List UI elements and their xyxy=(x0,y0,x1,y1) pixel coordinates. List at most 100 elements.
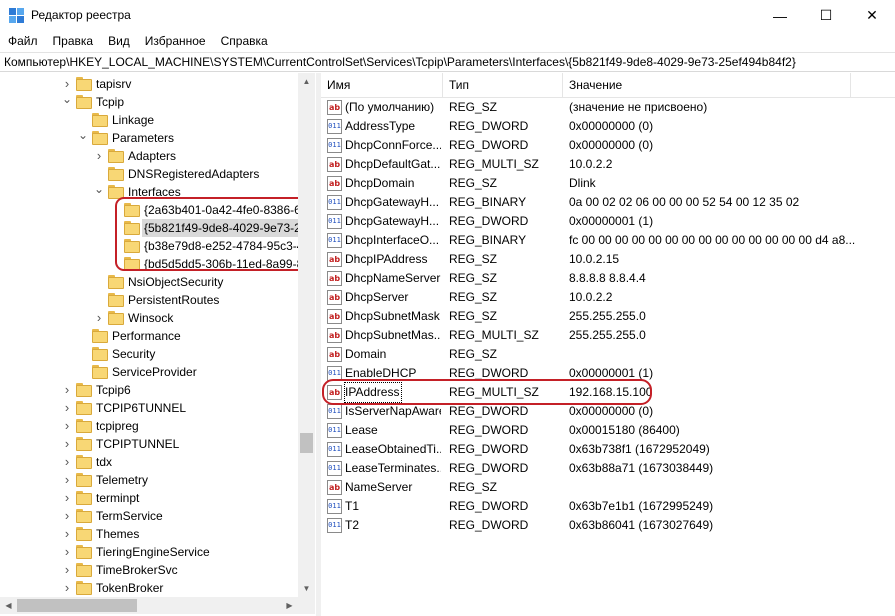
tree-node-label[interactable]: Performance xyxy=(110,327,183,345)
value-row[interactable]: ab DhcpSubnetMas... REG_MULTI_SZ 255.255.25… xyxy=(321,326,895,345)
value-row[interactable]: 011 T1 REG_DWORD 0x63b7e1b1 (1672995249) xyxy=(321,497,895,516)
value-row[interactable]: 011 DhcpConnForce... REG_DWORD 0x00000000 (… xyxy=(321,136,895,155)
tree-node[interactable]: ⌄ Tcpip xyxy=(0,93,298,111)
value-name[interactable]: DhcpSubnetMas... xyxy=(345,326,441,345)
tree-node-label[interactable]: Tcpip6 xyxy=(94,381,133,399)
value-row[interactable]: 011 Lease REG_DWORD 0x00015180 (86400) xyxy=(321,421,895,440)
tree-node[interactable]: › terminpt xyxy=(0,489,298,507)
column-type[interactable]: Тип xyxy=(443,73,563,98)
maximize-button[interactable]: ☐ xyxy=(803,0,849,31)
tree-scroll-thumb[interactable] xyxy=(300,433,313,453)
menu-view[interactable]: Вид xyxy=(100,31,137,51)
chevron-right-icon[interactable]: › xyxy=(62,527,72,540)
tree-node-label[interactable]: PersistentRoutes xyxy=(126,291,221,309)
tree-node-label[interactable]: NsiObjectSecurity xyxy=(126,273,225,291)
tree-vertical-scrollbar[interactable]: ▲ ▼ xyxy=(298,73,315,597)
chevron-right-icon[interactable]: › xyxy=(62,509,72,522)
value-row[interactable]: 011 DhcpGatewayH... REG_BINARY 0a 00 02 02 … xyxy=(321,193,895,212)
tree-node-label[interactable]: TokenBroker xyxy=(94,579,165,597)
tree-node[interactable]: › tapisrv xyxy=(0,75,298,93)
tree-node-label[interactable]: TCPIP6TUNNEL xyxy=(94,399,188,417)
tree-node[interactable]: › Tcpip6 xyxy=(0,381,298,399)
value-row[interactable]: ab (По умолчанию) REG_SZ (значение не присв… xyxy=(321,98,895,117)
scroll-up-icon[interactable]: ▲ xyxy=(298,73,315,90)
tree-node-label[interactable]: TCPIPTUNNEL xyxy=(94,435,181,453)
value-row[interactable]: ab NameServer REG_SZ xyxy=(321,478,895,497)
value-row[interactable]: 011 DhcpInterfaceO... REG_BINARY fc 00 00 0… xyxy=(321,231,895,250)
tree-node[interactable]: › TieringEngineService xyxy=(0,543,298,561)
value-name[interactable]: LeaseTerminates... xyxy=(345,459,441,478)
tree-horizontal-scrollbar[interactable]: ◀ ▶ xyxy=(0,597,315,614)
chevron-right-icon[interactable]: › xyxy=(62,563,72,576)
value-row[interactable]: 011 T2 REG_DWORD 0x63b86041 (1673027649) xyxy=(321,516,895,535)
value-name[interactable]: DhcpGatewayH... xyxy=(345,193,441,212)
tree-node[interactable]: › Themes xyxy=(0,525,298,543)
chevron-down-icon[interactable]: ⌄ xyxy=(62,93,72,105)
chevron-right-icon[interactable]: › xyxy=(94,311,104,324)
chevron-right-icon[interactable]: › xyxy=(62,545,72,558)
value-name[interactable]: DhcpGatewayH... xyxy=(345,212,441,231)
address-bar[interactable]: Компьютер\HKEY_LOCAL_MACHINE\SYSTEM\Curr… xyxy=(0,52,895,72)
tree-node-label[interactable]: DNSRegisteredAdapters xyxy=(126,165,261,183)
value-name[interactable]: DhcpDomain xyxy=(345,174,441,193)
value-name[interactable]: LeaseObtainedTi... xyxy=(345,440,441,459)
chevron-right-icon[interactable]: › xyxy=(62,581,72,594)
chevron-right-icon[interactable]: › xyxy=(62,383,72,396)
value-row[interactable]: 011 DhcpGatewayH... REG_DWORD 0x00000001 (1… xyxy=(321,212,895,231)
scroll-down-icon[interactable]: ▼ xyxy=(298,580,315,597)
value-name[interactable]: DhcpIPAddress xyxy=(345,250,441,269)
value-row[interactable]: ab DhcpDefaultGat... REG_MULTI_SZ 10.0.2.2 xyxy=(321,155,895,174)
tree-node-label[interactable]: Linkage xyxy=(110,111,156,129)
chevron-down-icon[interactable]: ⌄ xyxy=(78,129,88,141)
scroll-left-icon[interactable]: ◀ xyxy=(0,597,17,614)
tree-node[interactable]: Security xyxy=(0,345,298,363)
menu-favorites[interactable]: Избранное xyxy=(137,31,213,51)
value-name[interactable]: Domain xyxy=(345,345,441,364)
tree-node[interactable]: › TimeBrokerSvc xyxy=(0,561,298,579)
key-tree[interactable]: › tapisrv ⌄ Tcpip Linkage ⌄ Parameters › Adapter… xyxy=(0,73,316,616)
close-button[interactable]: ✕ xyxy=(849,0,895,31)
tree-node-label[interactable]: tapisrv xyxy=(94,75,133,93)
minimize-button[interactable]: — xyxy=(757,0,803,31)
value-name[interactable]: Lease xyxy=(345,421,441,440)
tree-node[interactable]: ServiceProvider xyxy=(0,363,298,381)
column-name[interactable]: Имя xyxy=(321,73,443,98)
chevron-right-icon[interactable]: › xyxy=(62,401,72,414)
value-name[interactable]: DhcpSubnetMask xyxy=(345,307,441,326)
tree-node[interactable]: ⌄ Parameters xyxy=(0,129,298,147)
tree-node-label[interactable]: tcpipreg xyxy=(94,417,141,435)
chevron-right-icon[interactable]: › xyxy=(62,491,72,504)
tree-node[interactable]: PersistentRoutes xyxy=(0,291,298,309)
value-row[interactable]: ab Domain REG_SZ xyxy=(321,345,895,364)
tree-node-label[interactable]: Telemetry xyxy=(94,471,150,489)
menu-edit[interactable]: Правка xyxy=(45,31,101,51)
chevron-down-icon[interactable]: ⌄ xyxy=(94,183,104,195)
tree-node-label[interactable]: terminpt xyxy=(94,489,141,507)
value-name[interactable]: T1 xyxy=(345,497,441,516)
tree-node-label[interactable]: TieringEngineService xyxy=(94,543,212,561)
value-row[interactable]: 011 LeaseObtainedTi... REG_DWORD 0x63b738f1… xyxy=(321,440,895,459)
value-name[interactable]: DhcpInterfaceO... xyxy=(345,231,441,250)
chevron-right-icon[interactable]: › xyxy=(62,473,72,486)
tree-node[interactable]: Linkage xyxy=(0,111,298,129)
tree-node-label[interactable]: Security xyxy=(110,345,157,363)
value-name[interactable]: NameServer xyxy=(345,478,441,497)
tree-node-label[interactable]: Adapters xyxy=(126,147,178,165)
tree-node[interactable]: › TCPIP6TUNNEL xyxy=(0,399,298,417)
tree-node-label[interactable]: Winsock xyxy=(126,309,175,327)
menu-file[interactable]: Файл xyxy=(0,31,45,51)
title-bar[interactable]: Редактор реестра — ☐ ✕ xyxy=(0,0,895,31)
column-value[interactable]: Значение xyxy=(563,73,851,98)
value-row[interactable]: ab DhcpDomain REG_SZ Dlink xyxy=(321,174,895,193)
tree-node[interactable]: › tcpipreg xyxy=(0,417,298,435)
value-name[interactable]: DhcpDefaultGat... xyxy=(345,155,441,174)
tree-node[interactable]: › Winsock xyxy=(0,309,298,327)
value-name[interactable]: DhcpConnForce... xyxy=(345,136,441,155)
value-name[interactable]: AddressType xyxy=(345,117,441,136)
tree-node[interactable]: NsiObjectSecurity xyxy=(0,273,298,291)
tree-hscroll-thumb[interactable] xyxy=(17,599,137,612)
value-row[interactable]: 011 AddressType REG_DWORD 0x00000000 (0) xyxy=(321,117,895,136)
value-name[interactable]: T2 xyxy=(345,516,441,535)
chevron-right-icon[interactable]: › xyxy=(62,455,72,468)
scroll-right-icon[interactable]: ▶ xyxy=(281,597,298,614)
